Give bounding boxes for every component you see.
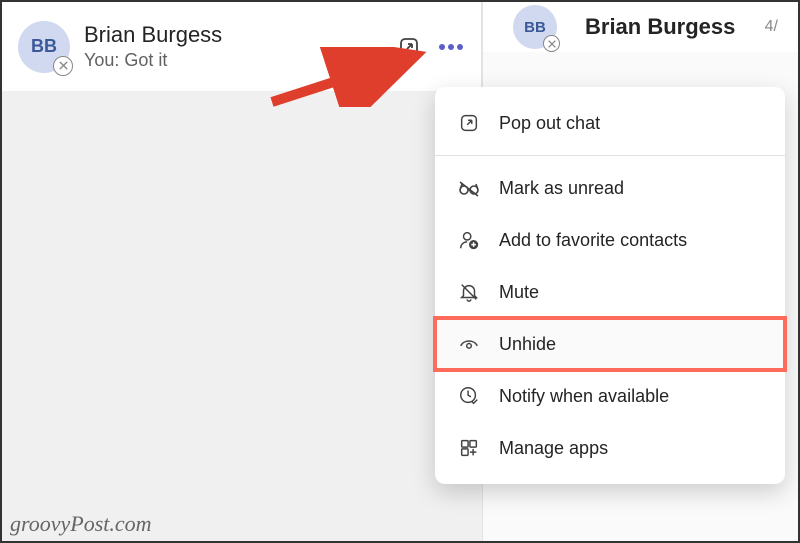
popout-icon — [457, 111, 481, 135]
apps-icon — [457, 436, 481, 460]
chat-actions — [395, 33, 465, 61]
bell-off-icon — [457, 280, 481, 304]
chat-info: Brian Burgess You: Got it — [84, 22, 395, 71]
menu-item-mute[interactable]: Mute — [435, 266, 785, 318]
menu-item-unhide[interactable]: Unhide — [435, 318, 785, 370]
presence-offline-icon — [543, 35, 560, 52]
avatar: BB — [513, 5, 557, 49]
menu-label: Manage apps — [499, 438, 608, 459]
menu-label: Pop out chat — [499, 113, 600, 134]
menu-label: Notify when available — [499, 386, 669, 407]
watermark: groovyPost.com — [10, 511, 152, 537]
menu-item-popout[interactable]: Pop out chat — [435, 97, 785, 149]
chat-header-date: 4/ — [765, 18, 778, 36]
chat-list-item[interactable]: BB Brian Burgess You: Got it — [2, 2, 482, 92]
clock-check-icon — [457, 384, 481, 408]
menu-item-manage-apps[interactable]: Manage apps — [435, 422, 785, 474]
person-add-icon — [457, 228, 481, 252]
menu-divider — [435, 155, 785, 156]
more-options-button[interactable] — [437, 33, 465, 61]
avatar: BB — [18, 21, 70, 73]
chat-list-pane: BB Brian Burgess You: Got it — [2, 2, 482, 541]
menu-item-notify[interactable]: Notify when available — [435, 370, 785, 422]
context-menu: Pop out chat Mark as unread Add to favor… — [435, 87, 785, 484]
menu-label: Mark as unread — [499, 178, 624, 199]
menu-item-add-favorite[interactable]: Add to favorite contacts — [435, 214, 785, 266]
popout-button[interactable] — [395, 33, 423, 61]
chat-message-preview: You: Got it — [84, 50, 395, 71]
menu-label: Add to favorite contacts — [499, 230, 687, 251]
menu-label: Unhide — [499, 334, 556, 355]
chat-header-name: Brian Burgess — [585, 14, 735, 40]
glasses-icon — [457, 176, 481, 200]
eye-icon — [457, 332, 481, 356]
menu-label: Mute — [499, 282, 539, 303]
chat-contact-name: Brian Burgess — [84, 22, 395, 48]
presence-offline-icon — [53, 56, 73, 76]
menu-item-mark-unread[interactable]: Mark as unread — [435, 162, 785, 214]
chat-header: BB Brian Burgess 4/ — [483, 2, 798, 52]
